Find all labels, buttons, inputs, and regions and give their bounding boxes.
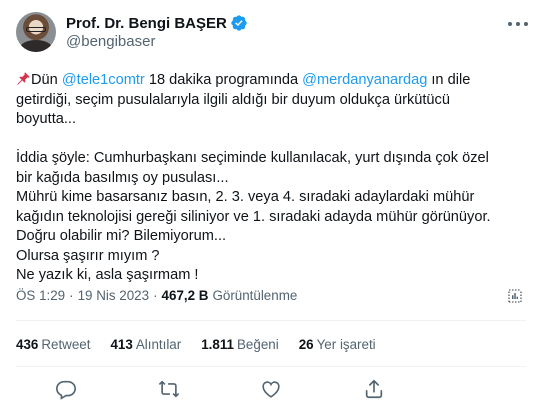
likes-label: Beğeni bbox=[237, 337, 279, 352]
mention-link[interactable]: @tele1comtr bbox=[62, 72, 145, 88]
author-handle[interactable]: @bengibaser bbox=[66, 33, 155, 50]
bookmarks-stat[interactable]: 26 Yer işareti bbox=[299, 337, 376, 352]
avatar-shoulders bbox=[20, 40, 52, 52]
verified-badge-icon bbox=[231, 15, 247, 31]
tweet-text-segment: Dün bbox=[31, 72, 62, 88]
likes-count: 1.811 bbox=[201, 337, 234, 352]
analytics-icon[interactable] bbox=[506, 287, 524, 305]
likes-stat[interactable]: 1.811 Beğeni bbox=[201, 337, 278, 352]
tweet: Prof. Dr. Bengi BAŞER @bengibaser Dün @t… bbox=[0, 0, 542, 415]
avatar[interactable] bbox=[16, 12, 56, 52]
quotes-label: Alıntılar bbox=[135, 337, 182, 352]
tweet-line: Doğru olabilir mi? Bilemiyorum... bbox=[16, 228, 227, 244]
tweet-text-segment: 18 dakika programında bbox=[144, 72, 303, 88]
avatar-glasses bbox=[26, 27, 46, 32]
retweets-stat[interactable]: 436 Retweet bbox=[16, 337, 90, 352]
share-icon[interactable] bbox=[363, 378, 385, 400]
tweet-line: kağıdın teknolojisi gereği siliniyor ve … bbox=[16, 208, 491, 225]
meta-separator: · bbox=[69, 288, 74, 303]
tweet-text-segment: ın dile bbox=[427, 72, 471, 88]
tweet-line: Ne yazık ki, asla şaşırmam ! bbox=[16, 267, 199, 283]
quotes-stat[interactable]: 413 Alıntılar bbox=[110, 337, 181, 352]
more-dot bbox=[516, 22, 520, 26]
retweets-label: Retweet bbox=[41, 337, 91, 352]
retweets-count: 436 bbox=[16, 337, 39, 352]
pushpin-icon bbox=[17, 72, 30, 85]
author-display-name[interactable]: Prof. Dr. Bengi BAŞER bbox=[66, 15, 227, 32]
divider bbox=[16, 366, 526, 367]
action-bar bbox=[0, 378, 542, 402]
like-icon[interactable] bbox=[260, 378, 282, 400]
tweet-line: İddia şöyle: Cumhurbaşkanı seçiminde kul… bbox=[16, 150, 489, 166]
tweet-line: Mührü kime basarsanız basın, 2. 3. veya … bbox=[16, 189, 475, 205]
tweet-line: Olursa şaşırır mıyım ? bbox=[16, 247, 160, 264]
more-dot bbox=[524, 22, 528, 26]
bookmarks-count: 26 bbox=[298, 337, 314, 352]
tweet-line: Dün @tele1comtr 18 dakika programında @m… bbox=[16, 71, 526, 91]
divider bbox=[16, 320, 526, 321]
more-options-icon[interactable] bbox=[508, 16, 528, 32]
tweet-date[interactable]: 19 Nis 2023 bbox=[78, 288, 149, 303]
tweet-line: bir kağıda basılmış oy pusulası... bbox=[16, 169, 229, 186]
tweet-line: boyutta... bbox=[16, 111, 77, 127]
tweet-text: Dün @tele1comtr 18 dakika programında @m… bbox=[16, 71, 526, 286]
more-dot bbox=[508, 22, 512, 26]
tweet-line: getirdiği, seçim pusulalarıyla ilgili al… bbox=[16, 91, 450, 108]
views-count: 467,2 B bbox=[161, 288, 209, 303]
reply-icon[interactable] bbox=[55, 378, 77, 400]
quotes-count: 413 bbox=[110, 337, 133, 352]
tweet-meta: ÖS 1:29 · 19 Nis 2023 · 467,2 B Görüntül… bbox=[16, 288, 297, 303]
retweet-icon[interactable] bbox=[158, 378, 180, 400]
bookmarks-label: Yer işareti bbox=[316, 337, 376, 352]
tweet-stats: 436 Retweet 413 Alıntılar 1.811 Beğeni 26 Ye… bbox=[16, 337, 396, 352]
tweet-time[interactable]: ÖS 1:29 bbox=[16, 288, 65, 303]
mention-link[interactable]: @merdanyanardag bbox=[302, 72, 427, 88]
author-name-row: Prof. Dr. Bengi BAŞER bbox=[66, 13, 248, 33]
meta-separator: · bbox=[153, 288, 158, 303]
views-label: Görüntülenme bbox=[212, 288, 298, 303]
